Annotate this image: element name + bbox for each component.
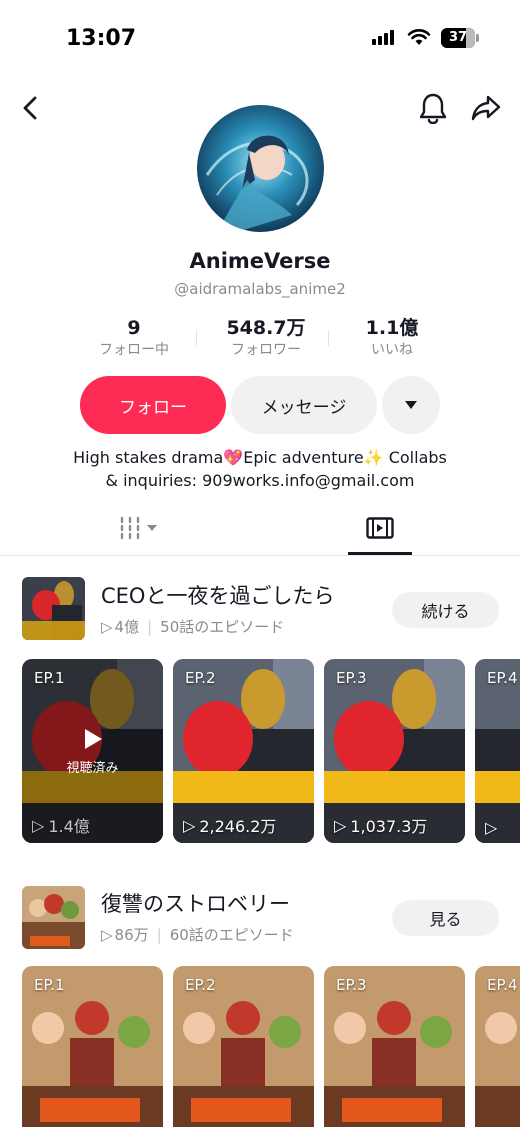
episode-label: EP.2 <box>185 669 216 687</box>
episode-views: ▷ 1.4億 <box>32 813 90 837</box>
episode-card[interactable]: EP.3 ▷ 1,037.3万 <box>324 659 465 843</box>
series-meta: ▷ 4億 | 50話のエピソード <box>101 616 284 637</box>
watched-label: 視聴済み <box>66 761 119 776</box>
play-count-icon: ▷ <box>101 925 113 944</box>
episode-card[interactable]: EP.1 視聴済み ▷ 1.4億 <box>22 659 163 843</box>
meta-separator: | <box>156 925 162 944</box>
episode-views-value: 2,246.2万 <box>199 817 277 836</box>
episode-card[interactable]: EP.1 <box>22 966 163 1127</box>
username: @aidramalabs_anime2 <box>174 280 346 298</box>
episode-label: EP.1 <box>34 976 65 994</box>
stat-label: いいね <box>371 342 413 358</box>
episode-label: EP.3 <box>336 976 367 994</box>
profile-stats: 9 フォロー中 548.7万 フォロワー 1.1億 いいね <box>72 316 460 366</box>
stat-likes[interactable]: 1.1億 いいね <box>330 316 454 360</box>
bell-icon <box>419 93 447 124</box>
episode-views: ▷ 2,246.2万 <box>183 813 276 837</box>
episode-card[interactable]: EP.2 ▷ 2,246.2万 <box>173 659 314 843</box>
continue-button[interactable]: 続ける <box>392 592 499 628</box>
profile-avatar[interactable] <box>197 105 324 232</box>
share-button[interactable] <box>466 88 506 128</box>
share-arrow-icon <box>471 95 501 121</box>
stat-following[interactable]: 9 フォロー中 <box>72 316 196 360</box>
active-tab-indicator <box>348 552 412 555</box>
episode-label: EP.1 <box>34 669 65 687</box>
stat-divider <box>328 330 329 346</box>
profile-bio: High stakes drama💖Epic adventure✨ Collab… <box>20 446 500 492</box>
series-thumbnail[interactable] <box>22 886 85 949</box>
episode-card[interactable]: EP.3 <box>324 966 465 1127</box>
series-meta: ▷ 86万 | 60話のエピソード <box>101 924 294 945</box>
series-episode-count: 50話のエピソード <box>160 618 285 636</box>
episode-label: EP.3 <box>336 669 367 687</box>
series-title[interactable]: CEOと一夜を過ごしたら <box>101 580 334 610</box>
cellular-signal-icon <box>372 30 394 45</box>
tab-videos[interactable] <box>80 500 200 556</box>
status-bar: 13:07 37 <box>0 0 520 78</box>
series-views: 4億 <box>114 618 140 636</box>
play-count-icon: ▷ <box>334 815 347 835</box>
meta-separator: | <box>147 617 153 636</box>
series-episode-count: 60話のエピソード <box>169 926 294 944</box>
episode-label: EP.4 <box>487 976 518 994</box>
stat-value: 9 <box>127 317 141 339</box>
play-count-icon: ▷ <box>183 815 196 835</box>
episode-views-value: 1.4億 <box>48 817 90 836</box>
stat-followers[interactable]: 548.7万 フォロワー <box>204 316 328 360</box>
stat-value: 548.7万 <box>226 317 306 339</box>
back-button[interactable] <box>12 90 48 126</box>
series-cover-image <box>22 577 85 640</box>
play-count-icon: ▷ <box>485 818 498 837</box>
tab-series[interactable] <box>348 500 412 556</box>
episode-views: ▷ 1,037.3万 <box>334 813 427 837</box>
notification-bell-button[interactable] <box>413 88 453 128</box>
episode-views: ▷ <box>485 818 497 837</box>
episode-label: EP.2 <box>185 976 216 994</box>
episode-card[interactable]: EP.2 <box>173 966 314 1127</box>
stat-label: フォロワー <box>231 342 301 358</box>
episode-label: EP.4 <box>487 669 518 687</box>
chevron-left-icon <box>23 96 37 120</box>
watch-button[interactable]: 見る <box>392 900 499 936</box>
wifi-icon <box>407 28 431 50</box>
play-count-icon: ▷ <box>101 617 113 636</box>
caret-down-icon <box>405 401 417 409</box>
episode-views-value: 1,037.3万 <box>350 817 428 836</box>
message-button[interactable]: メッセージ <box>231 376 377 434</box>
battery-icon: 37 <box>441 28 479 48</box>
stat-label: フォロー中 <box>99 342 169 358</box>
more-options-button[interactable] <box>382 376 440 434</box>
status-time: 13:07 <box>66 26 137 51</box>
profile-tabs <box>0 500 520 556</box>
bio-line: & inquiries: 909works.info@gmail.com <box>105 471 415 490</box>
episode-card[interactable]: EP.4 ▷ <box>475 659 520 843</box>
episode-card[interactable]: EP.4 <box>475 966 520 1127</box>
play-count-icon: ▷ <box>32 815 45 835</box>
display-name: AnimeVerse <box>189 249 331 273</box>
film-play-icon <box>366 517 394 539</box>
avatar-image <box>197 105 324 232</box>
bio-line: High stakes drama💖Epic adventure✨ Collab… <box>73 448 447 467</box>
series-title[interactable]: 復讐のストロベリー <box>101 888 290 918</box>
follow-button[interactable]: フォロー <box>80 376 226 434</box>
series-thumbnail[interactable] <box>22 577 85 640</box>
series-views: 86万 <box>114 926 149 944</box>
play-icon <box>85 729 102 749</box>
battery-level: 37 <box>448 30 468 45</box>
stat-divider <box>196 330 197 346</box>
stat-value: 1.1億 <box>365 317 419 339</box>
grid-icon <box>120 516 157 540</box>
series-cover-image <box>22 886 85 949</box>
